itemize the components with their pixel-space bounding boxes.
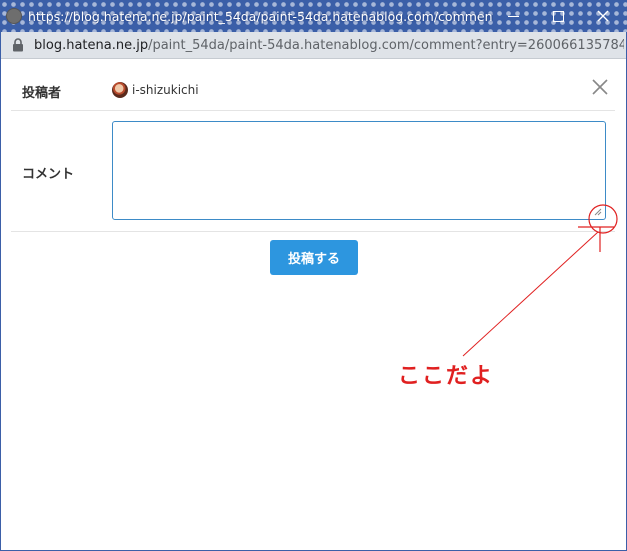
maximize-button[interactable] [535, 0, 581, 32]
divider [11, 110, 615, 111]
resize-handle-icon[interactable] [593, 207, 602, 216]
poster-label: 投稿者 [22, 86, 62, 101]
minimize-button[interactable] [490, 0, 536, 32]
submit-button[interactable]: 投稿する [270, 240, 358, 275]
window-close-icon [597, 10, 609, 22]
minimize-icon [507, 15, 519, 17]
address-url-path: /paint_54da/paint-54da.hatenablog.com/co… [148, 37, 624, 53]
maximize-icon [552, 10, 564, 22]
annotation-pointer-line [462, 231, 599, 357]
annotation-label: ここだよ [398, 364, 495, 389]
window-titlebar: https://blog.hatena.ne.jp/paint_54da/pai… [0, 0, 627, 32]
username: i-shizukichi [132, 83, 199, 97]
favicon-icon [6, 8, 22, 24]
lock-icon [13, 38, 23, 52]
avatar [112, 82, 128, 98]
comment-textarea[interactable] [112, 121, 606, 220]
divider [11, 231, 615, 232]
poster-user: i-shizukichi [112, 82, 199, 98]
window-close-button[interactable] [580, 0, 626, 32]
comment-label: コメント [22, 167, 75, 182]
window-title: https://blog.hatena.ne.jp/paint_54da/pai… [28, 8, 493, 24]
address-url[interactable]: blog.hatena.ne.jp/paint_54da/paint-54da.… [34, 38, 624, 53]
annotation-overlay [462, 204, 618, 357]
address-url-domain: blog.hatena.ne.jp [34, 37, 149, 53]
close-icon[interactable] [589, 76, 611, 98]
address-bar[interactable]: blog.hatena.ne.jp/paint_54da/paint-54da.… [0, 32, 627, 59]
